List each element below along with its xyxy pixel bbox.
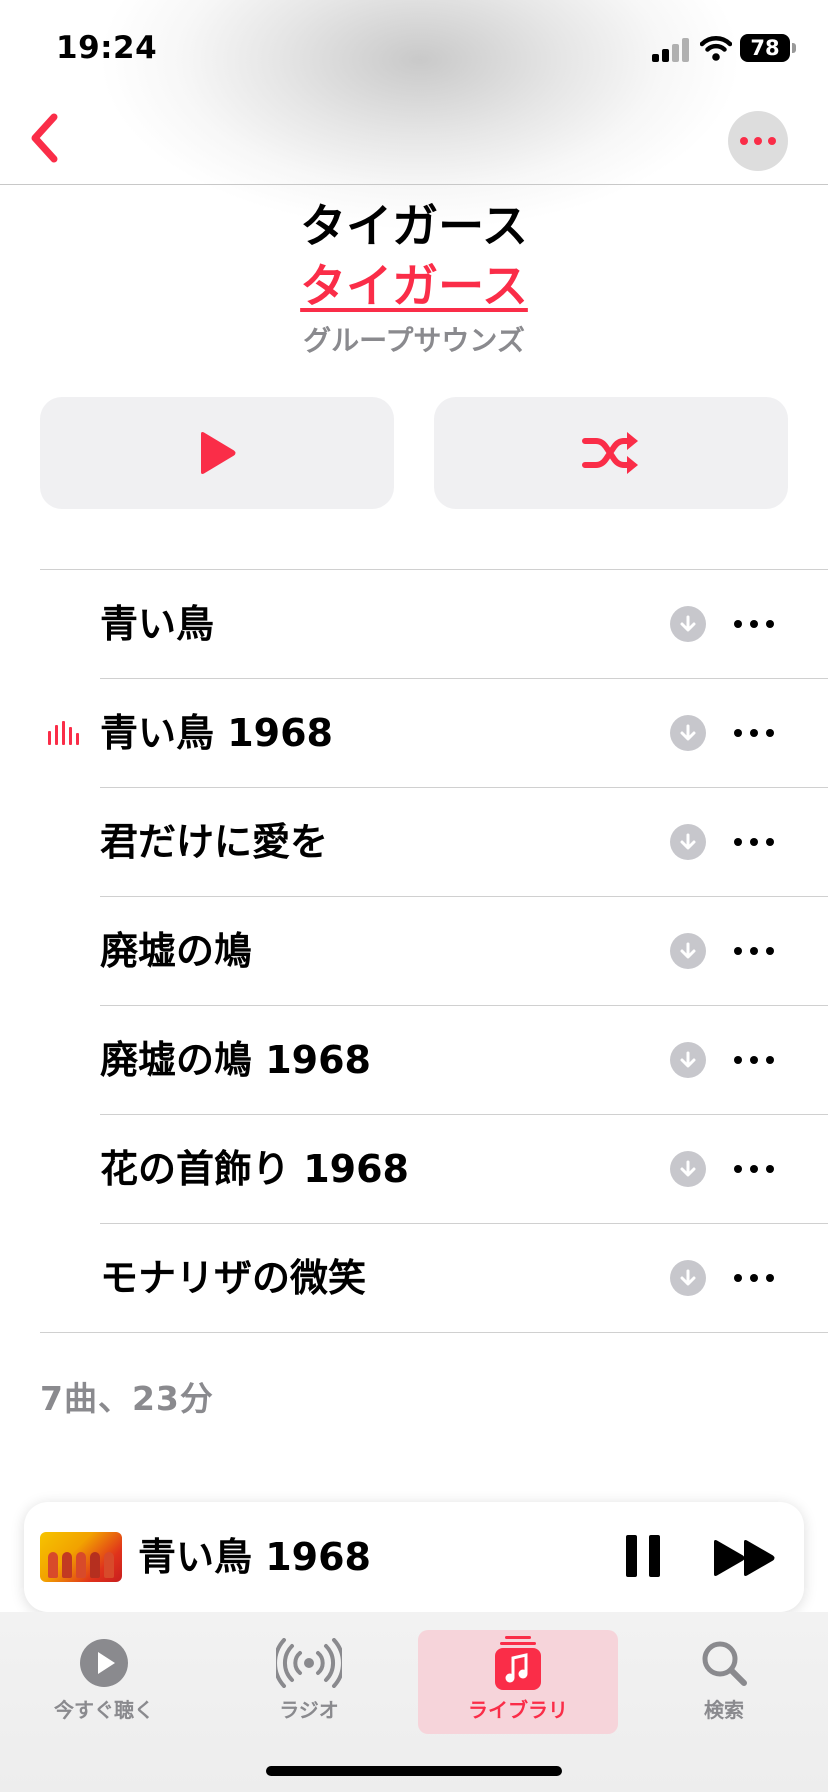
mini-player[interactable]: 青い鳥 1968 xyxy=(24,1502,804,1612)
tab-radio[interactable]: ラジオ xyxy=(209,1630,409,1734)
artist-link[interactable]: タイガース xyxy=(0,256,828,316)
skip-forward-button[interactable] xyxy=(712,1538,778,1578)
battery-indicator: 78 xyxy=(740,34,790,62)
back-button[interactable] xyxy=(22,108,66,168)
play-circle-icon xyxy=(4,1638,204,1688)
search-icon xyxy=(624,1638,824,1688)
battery-tip xyxy=(792,43,796,53)
tab-label: ラジオ xyxy=(279,1698,339,1722)
tab-label: 今すぐ聴く xyxy=(54,1698,154,1722)
tab-search[interactable]: 検索 xyxy=(624,1630,824,1734)
shuffle-icon xyxy=(582,432,638,474)
tab-bar: 今すぐ聴く ラジオ ライブラリ 検索 xyxy=(0,1612,828,1792)
pause-button[interactable] xyxy=(620,1535,666,1581)
cellular-signal-icon xyxy=(652,38,690,62)
header-divider xyxy=(0,184,828,185)
download-icon[interactable] xyxy=(670,824,706,860)
status-time: 19:24 xyxy=(56,30,158,66)
tab-listen-now[interactable]: 今すぐ聴く xyxy=(4,1630,204,1734)
download-icon[interactable] xyxy=(670,1042,706,1078)
download-icon[interactable] xyxy=(670,933,706,969)
track-more-button[interactable] xyxy=(728,604,780,644)
play-icon xyxy=(201,432,236,474)
track-row[interactable]: モナリザの微笑 xyxy=(0,1224,828,1333)
chevron-left-icon xyxy=(31,113,58,163)
track-title: 花の首飾り 1968 xyxy=(100,1147,409,1191)
track-row[interactable]: 廃墟の鳩 xyxy=(0,897,828,1006)
track-row[interactable]: 花の首飾り 1968 xyxy=(0,1115,828,1224)
track-title: モナリザの微笑 xyxy=(100,1256,367,1300)
download-icon[interactable] xyxy=(670,1260,706,1296)
shuffle-button[interactable] xyxy=(434,397,788,509)
tab-library[interactable]: ライブラリ xyxy=(418,1630,618,1734)
tab-label: ライブラリ xyxy=(468,1698,568,1722)
mini-player-title: 青い鳥 1968 xyxy=(138,1535,371,1579)
ellipsis-icon xyxy=(740,137,776,145)
home-indicator xyxy=(266,1766,562,1776)
more-options-button[interactable] xyxy=(728,111,788,171)
play-button[interactable] xyxy=(40,397,394,509)
download-icon[interactable] xyxy=(670,1151,706,1187)
track-title: 廃墟の鳩 xyxy=(100,929,253,973)
download-icon[interactable] xyxy=(670,715,706,751)
status-bar: 19:24 78 xyxy=(0,0,828,100)
tab-label: 検索 xyxy=(704,1698,744,1722)
track-row[interactable]: 青い鳥 xyxy=(0,570,828,679)
fast-forward-icon xyxy=(714,1540,775,1576)
track-more-button[interactable] xyxy=(728,1258,780,1298)
now-playing-icon xyxy=(48,719,80,747)
track-row[interactable]: 廃墟の鳩 1968 xyxy=(0,1006,828,1115)
track-more-button[interactable] xyxy=(728,931,780,971)
wifi-icon xyxy=(699,34,733,62)
music-library-icon xyxy=(418,1636,618,1690)
track-more-button[interactable] xyxy=(728,713,780,753)
track-title: 青い鳥 xyxy=(100,602,215,646)
track-list: 青い鳥 青い鳥 1968 君だけに愛を 廃墟の鳩 廃墟の鳩 1968 花の首飾り… xyxy=(0,570,828,1333)
album-summary: 7曲、23分 xyxy=(40,1379,214,1418)
album-artwork xyxy=(40,1532,122,1582)
track-more-button[interactable] xyxy=(728,822,780,862)
track-more-button[interactable] xyxy=(728,1040,780,1080)
download-icon[interactable] xyxy=(670,606,706,642)
track-title: 君だけに愛を xyxy=(100,820,329,864)
track-row[interactable]: 青い鳥 1968 xyxy=(0,679,828,788)
track-more-button[interactable] xyxy=(728,1149,780,1189)
track-title: 青い鳥 1968 xyxy=(100,711,333,755)
radio-waves-icon xyxy=(209,1638,409,1688)
track-row[interactable]: 君だけに愛を xyxy=(0,788,828,897)
album-title: タイガース xyxy=(300,199,528,253)
track-title: 廃墟の鳩 1968 xyxy=(100,1038,371,1082)
album-genre: グループサウンズ xyxy=(303,324,525,357)
row-divider xyxy=(40,1332,828,1333)
